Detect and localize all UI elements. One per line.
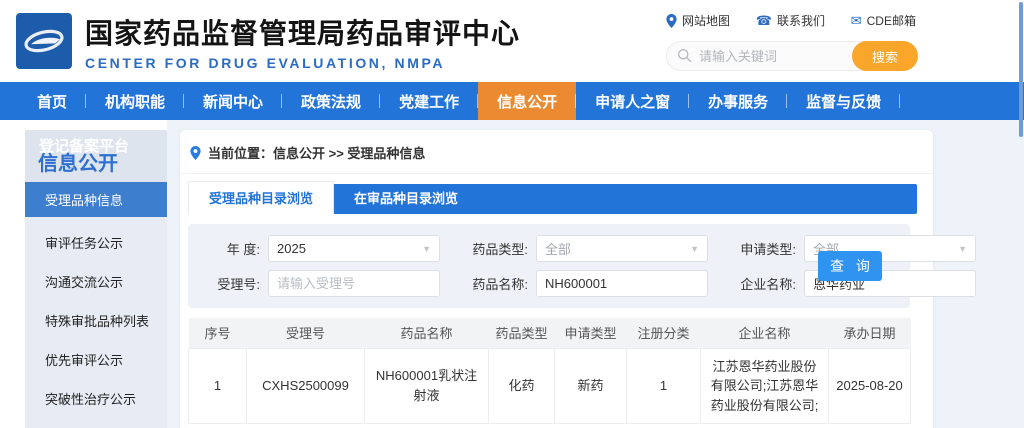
cell-apply-type: 新药 xyxy=(554,347,627,424)
main-nav: 首页 机构职能 新闻中心 政策法规 党建工作 信息公开 申请人之窗 办事服务 监… xyxy=(0,82,1024,120)
drug-type-select[interactable]: 全部 ▼ xyxy=(536,235,708,262)
search-button[interactable]: 搜索 xyxy=(852,41,918,71)
sidebar: 登记备案平台 信息公开 受理品种信息 审评任务公示 沟通交流公示 特殊审批品种列… xyxy=(25,130,167,428)
table-header-row: 序号 受理号 药品名称 药品类型 申请类型 注册分类 企业名称 承办日期 xyxy=(188,318,911,348)
sidebar-item-review-tasks[interactable]: 审评任务公示 xyxy=(25,223,167,262)
breadcrumb-pin-icon xyxy=(190,145,201,160)
sitemap-link-label: 网站地图 xyxy=(682,14,731,28)
content-card: 当前位置：信息公开 >> 受理品种信息 受理品种目录浏览 在审品种目录浏览 年 … xyxy=(180,130,976,428)
drug-type-field-group: 药品类型: 全部 ▼ xyxy=(462,235,708,262)
chevron-down-icon: ▼ xyxy=(690,243,699,254)
chevron-down-icon: ▼ xyxy=(422,243,431,254)
sidebar-header: 登记备案平台 信息公开 xyxy=(25,130,167,182)
nav-item-info-disclosure[interactable]: 信息公开 xyxy=(478,82,577,120)
cde-mail-link[interactable]: ✉ CDE邮箱 xyxy=(851,12,916,29)
year-select[interactable]: 2025 ▼ xyxy=(268,235,440,262)
sidebar-item-priority-review[interactable]: 优先审评公示 xyxy=(25,340,167,379)
breadcrumb-text: 当前位置：信息公开 >> 受理品种信息 xyxy=(208,146,426,161)
tab-accepted-catalog[interactable]: 受理品种目录浏览 xyxy=(188,181,335,214)
contact-link[interactable]: ☎ 联系我们 xyxy=(756,12,825,29)
chevron-down-icon: ▼ xyxy=(958,243,967,254)
nav-item-functions[interactable]: 机构职能 xyxy=(86,82,185,120)
site-subtitle: CENTER FOR DRUG EVALUATION, NMPA xyxy=(85,54,446,71)
acceptance-number-field-group: 受理号: xyxy=(194,270,440,297)
cell-drug-type: 化药 xyxy=(488,347,555,424)
phone-icon: ☎ xyxy=(755,13,772,28)
column-header-acceptance-number: 受理号 xyxy=(246,318,365,348)
cell-acceptance-number: CXHS2500099 xyxy=(246,347,365,424)
sidebar-item-special-approval[interactable]: 特殊审批品种列表 xyxy=(25,301,167,340)
nav-item-applicant-window[interactable]: 申请人之窗 xyxy=(576,82,690,120)
nav-item-policies[interactable]: 政策法规 xyxy=(282,82,381,120)
filter-panel: 年 度: 2025 ▼ 药品类型: 全部 ▼ 申请类型: 全部 ▼ 受理号: 请… xyxy=(188,224,976,308)
filter-row-2: 受理号: 药品名称: 企业名称: xyxy=(194,270,976,297)
main-area: 当前位置：信息公开 >> 受理品种信息 受理品种目录浏览 在审品种目录浏览 年 … xyxy=(167,120,1024,428)
cell-company: 江苏恩华药业股份有限公司;江苏恩华药业股份有限公司; xyxy=(700,347,829,424)
column-header-undertake-date: 承办日期 xyxy=(828,318,911,348)
cde-mail-link-label: CDE邮箱 xyxy=(866,14,916,28)
nav-item-services[interactable]: 办事服务 xyxy=(689,82,788,120)
header-right: 网站地图 ☎ 联系我们 ✉ CDE邮箱 搜索 xyxy=(666,12,918,71)
drug-name-input[interactable] xyxy=(536,270,708,297)
cde-logo-swoosh-icon xyxy=(24,29,64,53)
contact-link-label: 联系我们 xyxy=(776,14,825,28)
table-row: 1 CXHS2500099 NH600001乳状注射液 化药 新药 1 江苏恩华… xyxy=(188,347,911,424)
search-icon xyxy=(678,49,692,63)
site-title-block: 国家药品监督管理局药品审评中心 CENTER FOR DRUG EVALUATI… xyxy=(85,12,520,71)
company-name-label: 企业名称: xyxy=(740,277,796,292)
sidebar-item-accepted-varieties[interactable]: 受理品种信息 xyxy=(25,182,167,217)
site-title: 国家药品监督管理局药品审评中心 xyxy=(85,17,521,49)
year-label: 年 度: xyxy=(226,242,260,257)
header-search: 搜索 xyxy=(666,41,918,71)
sidebar-item-communication[interactable]: 沟通交流公示 xyxy=(25,262,167,301)
apply-type-label: 申请类型: xyxy=(740,242,796,257)
acceptance-number-input[interactable] xyxy=(268,270,440,297)
year-field-group: 年 度: 2025 ▼ xyxy=(194,235,440,262)
acceptance-number-label: 受理号: xyxy=(217,277,260,292)
location-pin-icon xyxy=(666,13,677,28)
breadcrumb: 当前位置：信息公开 >> 受理品种信息 xyxy=(180,130,933,174)
nav-item-party-building[interactable]: 党建工作 xyxy=(380,82,479,120)
results-table: 序号 受理号 药品名称 药品类型 申请类型 注册分类 企业名称 承办日期 1 C… xyxy=(188,318,911,424)
filter-row-1: 年 度: 2025 ▼ 药品类型: 全部 ▼ 申请类型: 全部 ▼ xyxy=(194,235,976,262)
sidebar-section-title: 信息公开 xyxy=(38,153,118,175)
drug-type-label: 药品类型: xyxy=(472,242,528,257)
column-header-index: 序号 xyxy=(188,318,247,348)
cell-undertake-date: 2025-08-20 xyxy=(828,347,911,424)
query-button[interactable]: 查 询 xyxy=(818,251,882,281)
cell-drug-name: NH600001乳状注射液 xyxy=(364,347,489,424)
cell-index: 1 xyxy=(188,347,247,424)
nav-item-home[interactable]: 首页 xyxy=(18,82,87,120)
column-header-apply-type: 申请类型 xyxy=(554,318,627,348)
drug-name-label: 药品名称: xyxy=(472,277,528,292)
drug-name-field-group: 药品名称: xyxy=(462,270,708,297)
sitemap-link[interactable]: 网站地图 xyxy=(666,12,730,29)
drug-type-select-value: 全部 xyxy=(545,242,572,257)
column-header-registration-class: 注册分类 xyxy=(626,318,701,348)
scrollbar[interactable] xyxy=(1019,2,1023,137)
sidebar-item-breakthrough-therapy[interactable]: 突破性治疗公示 xyxy=(25,379,167,418)
sidebar-item-three-in-one[interactable]: 三合一序列公示 xyxy=(25,418,167,428)
nav-item-supervision-feedback[interactable]: 监督与反馈 xyxy=(787,82,901,120)
column-header-drug-type: 药品类型 xyxy=(488,318,555,348)
page-body: 登记备案平台 信息公开 受理品种信息 审评任务公示 沟通交流公示 特殊审批品种列… xyxy=(0,120,1024,428)
cde-logo xyxy=(16,13,72,69)
year-select-value: 2025 xyxy=(277,241,306,256)
cell-registration-class: 1 xyxy=(626,347,701,424)
column-header-company: 企业名称 xyxy=(700,318,829,348)
nav-item-news[interactable]: 新闻中心 xyxy=(184,82,283,120)
mail-icon: ✉ xyxy=(850,13,862,28)
column-header-drug-name: 药品名称 xyxy=(364,318,489,348)
tab-under-review-catalog[interactable]: 在审品种目录浏览 xyxy=(334,184,478,214)
site-header: 国家药品监督管理局药品审评中心 CENTER FOR DRUG EVALUATI… xyxy=(0,0,1024,82)
header-links: 网站地图 ☎ 联系我们 ✉ CDE邮箱 xyxy=(666,12,916,29)
tab-bar: 受理品种目录浏览 在审品种目录浏览 xyxy=(188,181,917,214)
